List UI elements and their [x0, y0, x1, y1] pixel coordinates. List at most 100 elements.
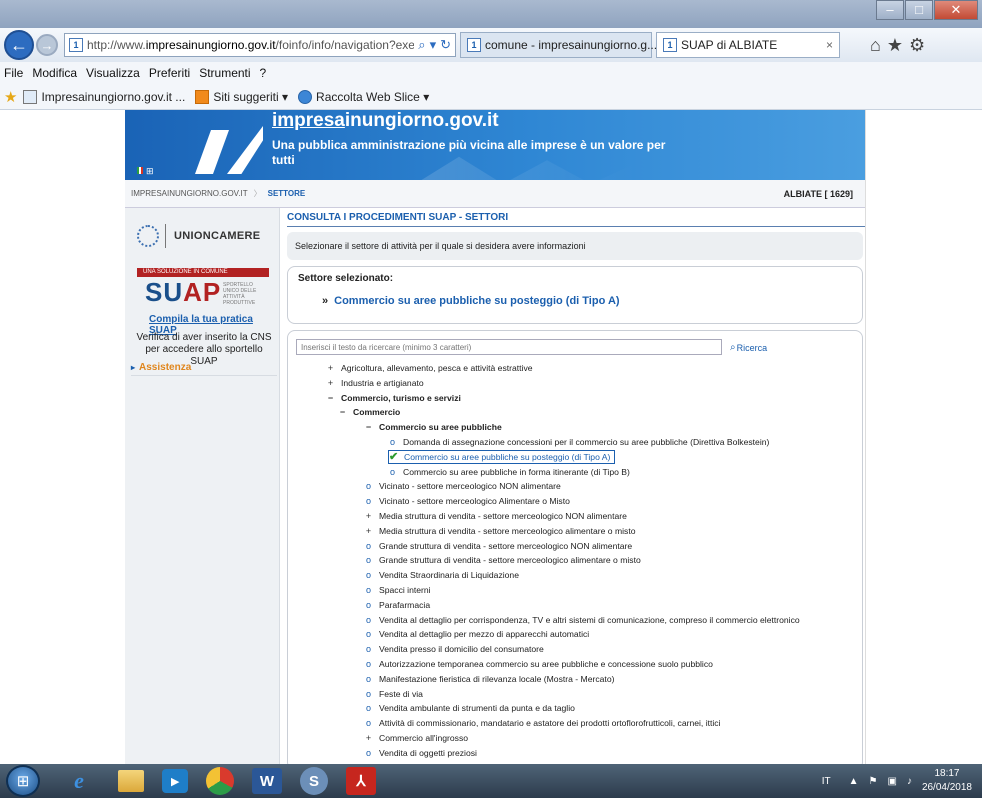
language-indicator[interactable]: IT: [822, 776, 831, 787]
tree-item[interactable]: + Media struttura di vendita - settore me…: [364, 524, 636, 538]
favorites-star-icon[interactable]: ★: [887, 35, 909, 55]
taskbar-internet-explorer[interactable]: e: [58, 766, 100, 796]
taskbar-skype[interactable]: S: [300, 767, 328, 795]
favorite-siti-suggeriti[interactable]: Siti suggeriti ▾: [195, 89, 288, 104]
expand-icon[interactable]: +: [364, 733, 373, 743]
expand-icon[interactable]: +: [364, 511, 373, 521]
tree-item[interactable]: o Grande struttura di vendita - settore m…: [364, 553, 641, 567]
breadcrumb-home[interactable]: IMPRESAINUNGIORNO.GOV.IT: [131, 189, 248, 198]
forward-button[interactable]: →: [36, 34, 58, 56]
minimize-button[interactable]: –: [876, 0, 904, 20]
tree-item[interactable]: o Grande struttura di vendita - settore m…: [364, 539, 632, 553]
search-icon[interactable]: ⌕: [418, 37, 425, 53]
expand-icon[interactable]: +: [326, 378, 335, 388]
clock[interactable]: 18:17 26/04/2018: [922, 767, 972, 795]
home-icon[interactable]: ⌂: [870, 35, 887, 55]
menu-preferiti[interactable]: Preferiti: [149, 66, 190, 80]
site-name[interactable]: impresainungiorno.gov.it: [272, 110, 499, 132]
tree-item[interactable]: o Vicinato - settore merceologico Aliment…: [364, 494, 570, 508]
favorite-web-slice[interactable]: Raccolta Web Slice ▾: [298, 89, 429, 104]
favorite-impresainungiorno[interactable]: Impresainungiorno.gov.it ...: [23, 89, 185, 104]
taskbar-acrobat[interactable]: ⅄: [346, 767, 376, 795]
tree-item[interactable]: o Autorizzazione temporanea commercio su …: [364, 657, 713, 671]
tree-item[interactable]: + Media struttura di vendita - settore me…: [364, 509, 627, 523]
selected-sector-value[interactable]: » Commercio su aree pubbliche su posteggi…: [322, 295, 620, 307]
flag-icon[interactable]: ⚑: [869, 776, 878, 787]
search-input[interactable]: [296, 339, 722, 355]
unioncamere-icon: [137, 225, 159, 247]
search-button[interactable]: ⌕ Ricerca: [730, 342, 767, 353]
tree-item-label: Autorizzazione temporanea commercio su a…: [379, 659, 713, 669]
tree-item[interactable]: o Spacci interni: [364, 583, 431, 597]
network-icon[interactable]: ▣: [887, 776, 896, 787]
tree-item[interactable]: − Commercio: [338, 405, 400, 419]
tree-item[interactable]: o Vendita di oggetti preziosi: [364, 746, 477, 760]
menu-help[interactable]: ?: [260, 66, 267, 80]
tab-suap-albiate[interactable]: 1 SUAP di ALBIATE ×: [656, 32, 840, 58]
menu-visualizza[interactable]: Visualizza: [86, 66, 140, 80]
site-container: ⊞ impresainungiorno.gov.it Una pubblica …: [125, 110, 865, 764]
close-window-button[interactable]: ✕: [934, 0, 978, 20]
taskbar-chrome[interactable]: [206, 767, 234, 795]
refresh-icon[interactable]: ↻: [440, 37, 451, 53]
suap-subtitle: SPORTELLO UNICO DELLE ATTIVITÀ PRODUTTIV…: [223, 282, 257, 306]
tree-item[interactable]: o Parafarmacia: [364, 598, 430, 612]
expand-icon[interactable]: +: [326, 363, 335, 373]
english-flag-icon[interactable]: ⊞: [146, 166, 154, 176]
collapse-icon[interactable]: −: [326, 393, 335, 403]
site-logo[interactable]: [194, 124, 269, 176]
tree-item[interactable]: o Vendita al dettaglio per mezzo di appar…: [364, 627, 589, 641]
tab-label: SUAP di ALBIATE: [681, 38, 778, 52]
maximize-button[interactable]: □: [905, 0, 933, 20]
back-button[interactable]: ←: [4, 30, 34, 60]
italian-flag-icon[interactable]: [137, 167, 143, 174]
tree-item[interactable]: o Vendita al dettaglio per corrispondenza…: [364, 613, 800, 627]
expand-icon[interactable]: +: [364, 526, 373, 536]
tree-item[interactable]: o Vendita ambulante di strumenti da punta…: [364, 701, 575, 715]
tree-item[interactable]: o Vendita presso il domicilio del consuma…: [364, 642, 544, 656]
address-bar[interactable]: 1 http://www.impresainungiorno.gov.it/fo…: [64, 33, 456, 57]
comune-label: ALBIATE [ 1629]: [783, 188, 853, 199]
media-player-icon: ▸: [171, 773, 179, 790]
collapse-icon[interactable]: −: [364, 422, 373, 432]
menu-file[interactable]: File: [4, 66, 23, 80]
tree-item[interactable]: − Commercio su aree pubbliche: [364, 420, 502, 434]
bullet-icon: o: [365, 747, 371, 758]
address-url[interactable]: http://www.impresainungiorno.gov.it/foin…: [87, 38, 414, 52]
taskbar-media-player[interactable]: ▸: [162, 769, 188, 793]
tree-item[interactable]: o Vicinato - settore merceologico NON ali…: [364, 479, 561, 493]
unioncamere-logo[interactable]: UNIONCAMERE: [137, 222, 269, 250]
close-tab-icon[interactable]: ×: [826, 38, 833, 52]
taskbar-word[interactable]: W: [252, 768, 282, 794]
dropdown-icon[interactable]: ▾: [430, 37, 437, 53]
page-right-margin: [865, 110, 982, 764]
collapse-icon[interactable]: −: [338, 407, 347, 417]
bullet-icon: o: [365, 703, 371, 714]
arrow-right-icon: ▸: [131, 363, 136, 372]
tree-item[interactable]: − Commercio, turismo e servizi: [326, 391, 461, 405]
volume-icon[interactable]: ♪: [907, 776, 912, 787]
menu-modifica[interactable]: Modifica: [32, 66, 77, 80]
gear-icon[interactable]: ⚙: [909, 35, 931, 55]
tree-item-label: Commercio su aree pubbliche in forma iti…: [403, 466, 630, 477]
tab-comune[interactable]: 1 comune - impresainungiorno.g...: [460, 32, 657, 58]
language-flags[interactable]: ⊞: [137, 166, 154, 177]
menu-strumenti[interactable]: Strumenti: [199, 66, 250, 80]
tree-item[interactable]: o Manifestazione fieristica di rilevanza …: [364, 672, 614, 686]
assistenza-link[interactable]: ▸ Assistenza: [131, 362, 277, 376]
tree-item[interactable]: + Commercio all'ingrosso: [364, 731, 468, 745]
taskbar-file-explorer[interactable]: [118, 770, 144, 792]
tree-item[interactable]: o Attività di commissionario, mandatario …: [364, 716, 721, 730]
tree-item[interactable]: o Feste di via: [364, 687, 423, 701]
tree-item[interactable]: o Commercio su aree pubbliche in forma it…: [388, 465, 630, 479]
tree-item[interactable]: + Agricoltura, allevamento, pesca e attiv…: [326, 361, 533, 375]
start-button[interactable]: ⊞: [6, 765, 40, 797]
tree-item-selected[interactable]: ✔ Commercio su aree pubbliche su posteggi…: [388, 449, 616, 464]
tree-item[interactable]: + Industria e artigianato: [326, 376, 424, 390]
tree-item-label: Media struttura di vendita - settore mer…: [379, 511, 627, 521]
suap-logo[interactable]: UNA SOLUZIONE IN COMUNE SUAP SPORTELLO U…: [137, 268, 269, 312]
favorites-star-icon[interactable]: ★: [4, 88, 17, 106]
tree-item[interactable]: o Domanda di assegnazione concessioni per…: [388, 435, 769, 449]
show-hidden-icons-icon[interactable]: ▲: [849, 776, 859, 787]
tree-item[interactable]: o Vendita Straordinaria di Liquidazione: [364, 568, 519, 582]
